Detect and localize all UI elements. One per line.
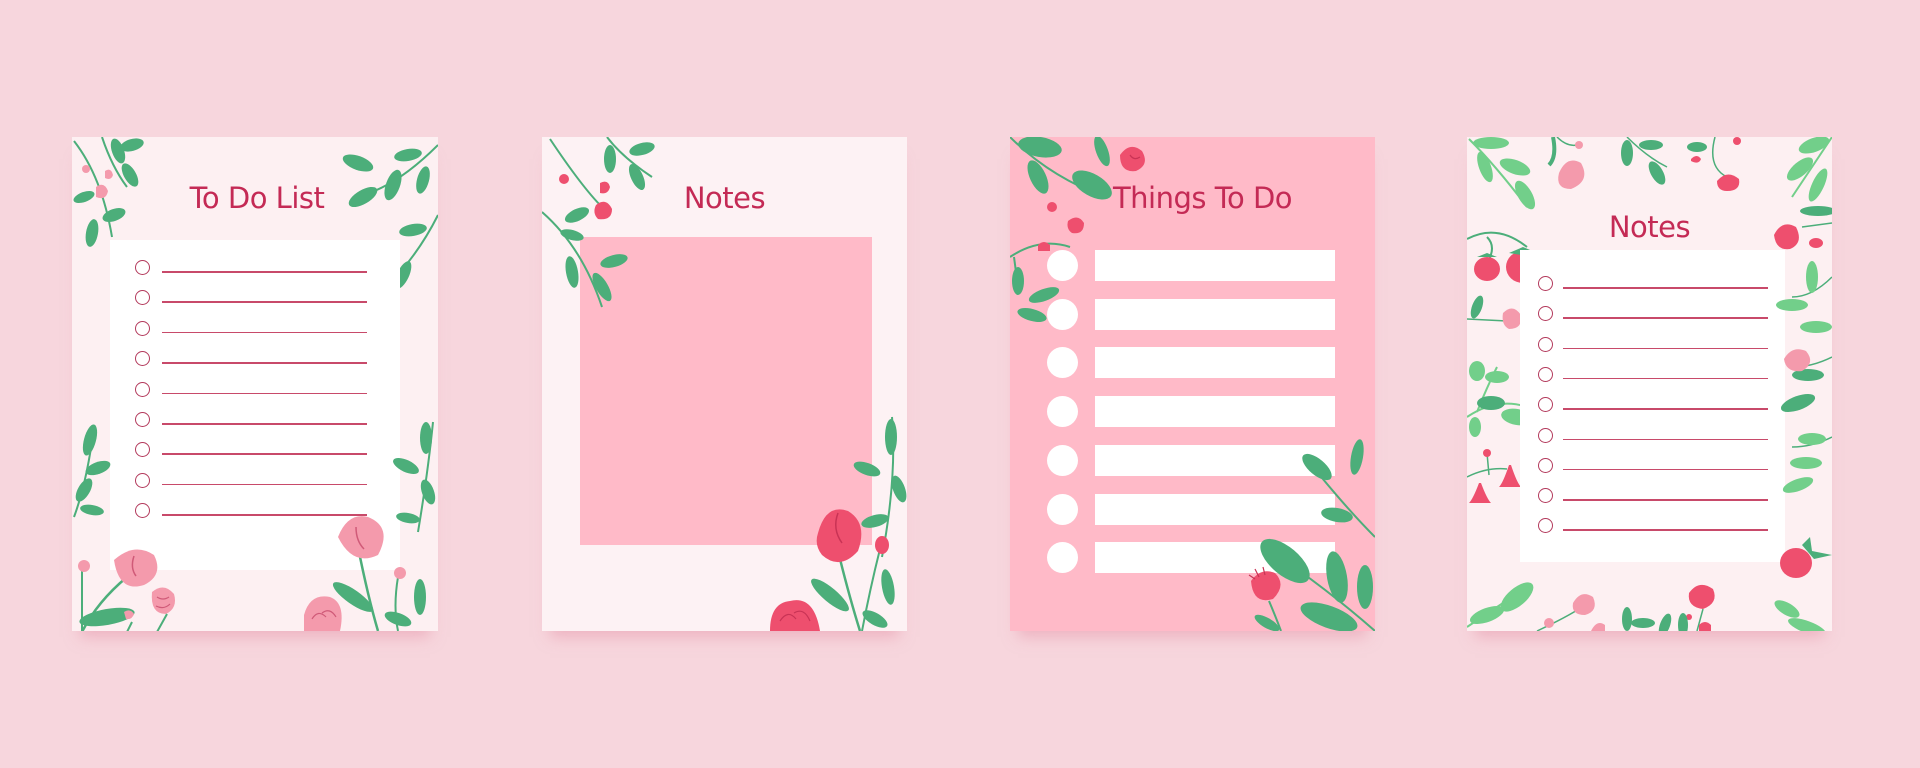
checkbox[interactable] (135, 320, 150, 336)
rose-icon (1687, 137, 1741, 191)
card-title: To Do List (189, 181, 325, 215)
entry-line[interactable] (1563, 377, 1768, 380)
tulip-icon (1248, 566, 1282, 631)
card-title: Things To Do (1112, 181, 1293, 215)
leaf-sprig-icon (73, 424, 111, 518)
entry-line[interactable] (1563, 529, 1768, 531)
rose-icon (770, 509, 895, 631)
leaf-sprig-icon (1468, 137, 1536, 210)
entry-line[interactable] (162, 331, 367, 334)
todo-list-card: To Do List (72, 137, 438, 631)
checkbox[interactable] (1538, 366, 1553, 382)
tulip-icon (1120, 146, 1145, 172)
leaf-sprig-icon (1467, 582, 1826, 631)
entry-line[interactable] (1563, 317, 1768, 319)
checkbox[interactable] (1538, 427, 1553, 443)
tulip-icon (1784, 349, 1811, 372)
checkbox[interactable] (1538, 488, 1553, 504)
entry-line[interactable] (162, 453, 367, 455)
checkbox[interactable] (135, 412, 150, 427)
notes-checklist-card: Notes (1467, 137, 1832, 631)
entry-line[interactable] (1563, 468, 1768, 471)
tulip-icon (304, 516, 426, 631)
things-to-do-card: Things To Do (1010, 137, 1375, 631)
entry-line[interactable] (162, 271, 367, 273)
entry-bar[interactable] (1095, 347, 1335, 379)
entry-line[interactable] (162, 483, 367, 486)
leaf-sprig-icon (1786, 137, 1832, 216)
bullet-dot[interactable] (1047, 542, 1078, 574)
entry-line[interactable] (162, 392, 367, 395)
bullet-dot[interactable] (1047, 444, 1078, 476)
tulip-icon (1547, 137, 1585, 189)
bullet-dot[interactable] (1047, 493, 1078, 525)
entry-bar[interactable] (1095, 298, 1335, 330)
entry-line[interactable] (1563, 438, 1768, 440)
card-title: Notes (1608, 210, 1691, 244)
entry-line[interactable] (162, 423, 367, 425)
notes-card: Notes (542, 137, 907, 631)
checkbox[interactable] (135, 472, 150, 488)
checkbox[interactable] (135, 381, 150, 397)
bud-icon (559, 174, 612, 220)
entry-bar[interactable] (1095, 396, 1335, 428)
writing-area (1520, 250, 1785, 562)
entry-line[interactable] (162, 362, 367, 364)
bullet-dot[interactable] (1047, 396, 1078, 428)
bullet-dot[interactable] (1047, 250, 1078, 281)
entry-line[interactable] (1563, 287, 1768, 289)
checkbox[interactable] (1538, 276, 1553, 291)
checkbox[interactable] (135, 260, 150, 275)
leaf-sprig-icon (1621, 137, 1668, 185)
bullet-dot[interactable] (1047, 347, 1078, 379)
entry-line[interactable] (1563, 408, 1768, 410)
entry-line[interactable] (1563, 499, 1768, 501)
tulip-icon (78, 549, 175, 631)
entry-line[interactable] (162, 301, 367, 303)
entry-line[interactable] (1563, 347, 1768, 350)
checkbox[interactable] (1538, 457, 1553, 473)
leaf-sprig-icon (1776, 261, 1832, 493)
entry-bar[interactable] (1095, 250, 1335, 281)
bullet-dot[interactable] (1047, 298, 1078, 330)
checkbox[interactable] (1538, 336, 1553, 352)
